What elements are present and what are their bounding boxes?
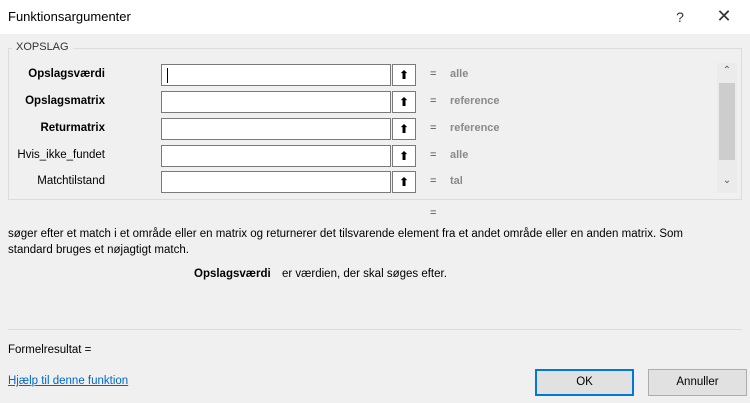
up-arrow-icon: ⬆ [398, 149, 410, 163]
arguments-scrollbar[interactable]: ⌃ ⌄ [717, 63, 737, 193]
up-arrow-icon: ⬆ [398, 175, 410, 189]
help-button[interactable]: ? [668, 5, 692, 29]
collapse-dialog-button[interactable]: ⬆ [392, 118, 416, 140]
equals-sign: = [430, 68, 437, 80]
text-caret [167, 68, 168, 83]
collapse-dialog-button[interactable]: ⬆ [392, 91, 416, 113]
argument-help-name: Opslagsværdi [194, 268, 271, 280]
function-description: søger efter et match i et område eller e… [8, 228, 683, 256]
arg-row-hvis-ikke-fundet: Hvis_ikke_fundet ⬆ = alle [0, 145, 700, 167]
collapse-dialog-button[interactable]: ⬆ [392, 64, 416, 86]
hvis-ikke-fundet-input[interactable] [161, 145, 391, 167]
arg-type-hint: reference [450, 95, 500, 107]
help-link[interactable]: Hjælp til denne funktion [8, 375, 128, 387]
matchtilstand-input[interactable] [161, 171, 391, 193]
arg-label: Opslagsværdi [28, 68, 105, 80]
arg-type-hint: alle [450, 68, 469, 80]
arg-row-opslagsmatrix: Opslagsmatrix ⬆ = reference [0, 91, 700, 113]
up-arrow-icon: ⬆ [398, 95, 410, 109]
arg-row-opslagsvaerdi: Opslagsværdi ⬆ = alle [0, 64, 700, 86]
opslagsmatrix-input[interactable] [161, 91, 391, 113]
equals-sign: = [430, 149, 437, 161]
equals-sign: = [430, 95, 437, 107]
equals-sign: = [430, 122, 437, 134]
function-result-equals: = [430, 207, 437, 219]
cancel-button[interactable]: Annuller [648, 369, 747, 396]
ok-button[interactable]: OK [535, 369, 634, 396]
arg-label: Hvis_ikke_fundet [17, 149, 105, 161]
opslagsvaerdi-input[interactable] [161, 64, 391, 86]
title-bar: Funktionsargumenter ? ✕ [0, 0, 750, 34]
collapse-dialog-button[interactable]: ⬆ [392, 145, 416, 167]
formula-result: Formelresultat = [8, 344, 92, 356]
up-arrow-icon: ⬆ [398, 68, 410, 82]
dialog-title: Funktionsargumenter [8, 9, 131, 24]
function-name: XOPSLAG [12, 41, 73, 53]
arg-type-hint: tal [450, 175, 463, 187]
arg-row-matchtilstand: Matchtilstand ⬆ = tal [0, 171, 700, 193]
arg-label: Returmatrix [40, 122, 105, 134]
scroll-thumb[interactable] [719, 83, 735, 160]
close-button[interactable]: ✕ [712, 5, 736, 29]
arg-type-hint: alle [450, 149, 469, 161]
up-arrow-icon: ⬆ [398, 122, 410, 136]
argument-help-text: er værdien, der skal søges efter. [282, 268, 447, 280]
chevron-up-icon[interactable]: ⌃ [717, 65, 737, 81]
arg-label: Opslagsmatrix [25, 95, 105, 107]
arg-row-returmatrix: Returmatrix ⬆ = reference [0, 118, 700, 140]
arg-label: Matchtilstand [37, 175, 105, 187]
arg-type-hint: reference [450, 122, 500, 134]
returmatrix-input[interactable] [161, 118, 391, 140]
collapse-dialog-button[interactable]: ⬆ [392, 171, 416, 193]
equals-sign: = [430, 175, 437, 187]
divider [8, 329, 742, 330]
chevron-down-icon[interactable]: ⌄ [717, 175, 737, 191]
